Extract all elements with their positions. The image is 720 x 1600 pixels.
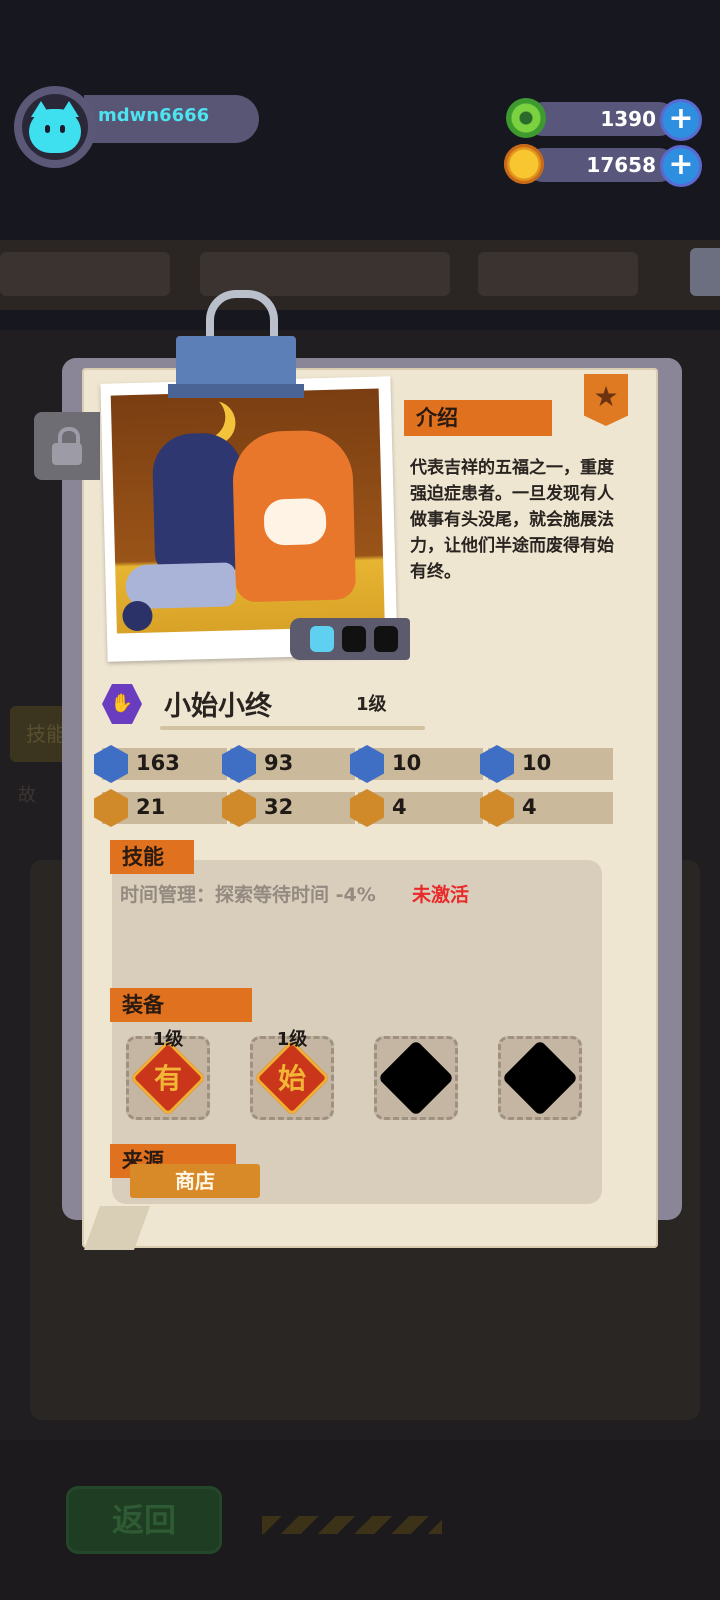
cat-avatar-icon [29,101,81,153]
currency-gold-value: 17658 [586,153,656,177]
character-face [263,497,327,546]
equipment-glyph: 有 [153,1062,182,1095]
skill-status: 未激活 [412,884,470,906]
intro-tag: 介绍 [404,400,552,436]
intro-description: 代表吉祥的五福之一，重度强迫症患者。一旦发现有人做事有头没尾，就会施展法力，让他… [410,458,614,582]
character-name: 小始小终 [164,691,272,722]
equipment-slot-3-empty[interactable] [374,1036,458,1120]
empty-slot-icon [374,626,398,652]
background-tab-story: 故 [18,785,36,806]
equipment-level: 1级 [276,1029,308,1050]
stat-mood: 32 [222,789,355,827]
stat-speed: 10 [480,745,613,783]
equipment-glyph: 始 [277,1062,306,1095]
green-coin-icon [506,98,546,138]
planet-coin-icon [504,144,544,184]
avatar[interactable] [22,94,88,160]
stat-intellect: 4 [480,789,613,827]
hazard-stripe [262,1516,442,1534]
stat-food: 21 [94,789,227,827]
add-green-currency-button[interactable]: + [660,99,702,141]
add-gold-currency-button[interactable]: + [660,145,702,187]
yarn-ball-icon [122,600,153,632]
username: mdwn6666 [98,105,210,126]
shop-source-button[interactable]: 商店 [130,1164,260,1198]
currency-green-value: 1390 [600,107,656,131]
stat-attack: 93 [222,745,355,783]
skill-description: 时间管理：探索等待时间 -4% [120,884,376,906]
lightning-icon [310,626,334,652]
skill-tag: 技能 [110,840,194,874]
background-shelf [0,240,720,310]
equipment-level: 1级 [152,1029,184,1050]
stat-defense: 10 [350,745,483,783]
equipment-slot-2[interactable]: 始 1级 [250,1029,334,1120]
equipment-slot-1[interactable]: 有 1级 [126,1029,210,1120]
binder-clip [176,336,296,390]
stat-strength: 4 [350,789,483,827]
empty-slot-icon [342,626,366,652]
name-underline [160,726,425,730]
energy-slots [290,618,410,660]
equipment-tag: 装备 [110,988,252,1022]
character-figure-left [151,432,246,575]
lock-icon[interactable] [34,412,100,480]
star-icon[interactable]: ★ [584,374,628,426]
background-side-icon [690,248,720,296]
equipment-slot-4-empty[interactable] [498,1036,582,1120]
character-level: 1级 [356,694,387,715]
stat-hp: 163 [94,745,227,783]
back-button: 返回 [66,1486,222,1554]
binder-clip-band [168,384,304,398]
